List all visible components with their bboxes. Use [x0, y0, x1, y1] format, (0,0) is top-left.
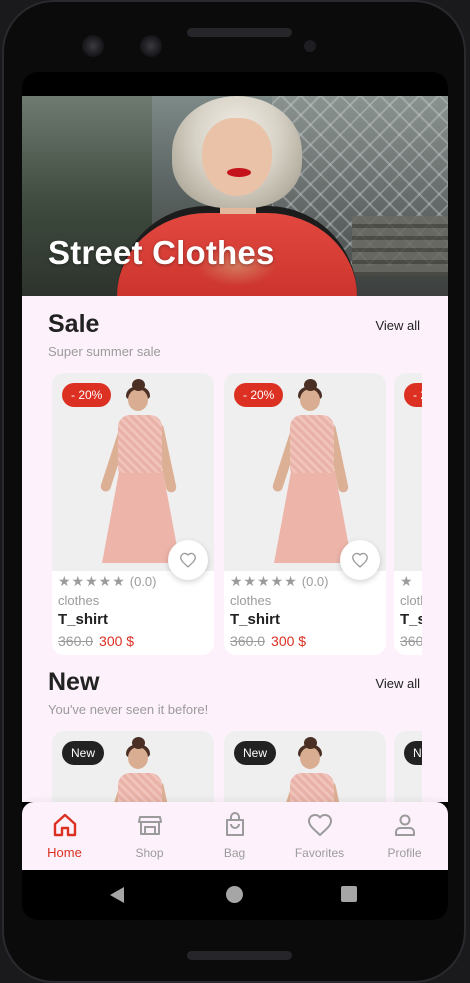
old-price: 360.0: [230, 633, 266, 649]
new-badge: New: [62, 741, 105, 765]
back-icon[interactable]: [110, 887, 124, 903]
product-rating: ★: [400, 573, 414, 590]
product-prices: 360.0 300 $: [58, 633, 134, 649]
new-section-title: New: [48, 668, 100, 696]
sale-section-header: Sale View all Super summer sale: [48, 310, 420, 362]
sale-view-all-link[interactable]: View all: [375, 318, 420, 333]
nav-label-favorites: Favorites: [294, 846, 345, 860]
product-card[interactable]: - 20% ★★★★★ (0.0) clothes T_shirt 360.0 30…: [224, 373, 386, 655]
heart-icon: [307, 813, 333, 837]
discount-badge: - 20%: [404, 383, 422, 407]
old-price: 360.0: [58, 633, 94, 649]
product-category: clothes: [230, 593, 272, 608]
bag-icon: [226, 812, 244, 836]
hero-title: Street Clothes: [48, 234, 275, 271]
sale-section-title: Sale: [48, 310, 100, 338]
product-category: clothes: [400, 593, 422, 608]
rating-stars-icon: ★★★★★: [230, 573, 298, 589]
product-card[interactable]: New: [394, 731, 422, 802]
product-category: clothes: [58, 593, 100, 608]
proximity-sensor: [304, 40, 316, 52]
heart-outline-icon: [180, 552, 196, 568]
hero-model-lips: [227, 168, 251, 177]
person-icon: [395, 814, 415, 836]
rating-stars-icon: ★★★★★: [58, 573, 126, 589]
product-card[interactable]: - 20% ★★★★★ (0.0) clothes T_shirt 360.0 30…: [52, 373, 214, 655]
hero-banner[interactable]: Street Clothes: [22, 96, 448, 296]
product-name: T_shirt: [230, 611, 281, 628]
new-badge: New: [234, 741, 277, 765]
product-rating: ★★★★★ (0.0): [230, 573, 329, 590]
app-screen: Street Clothes Sale View all Super summe…: [22, 72, 448, 920]
nav-item-favorites[interactable]: Favorites: [277, 802, 362, 870]
sale-price: 300 $: [99, 633, 135, 649]
nav-item-bag[interactable]: Bag: [192, 802, 277, 870]
favorite-button[interactable]: [168, 540, 208, 580]
hero-background-bench: [352, 216, 448, 276]
rating-stars-icon: ★: [400, 573, 414, 589]
product-card[interactable]: New: [52, 731, 214, 802]
product-prices: 360.0 300 $: [230, 633, 306, 649]
home-icon: [53, 813, 77, 837]
sale-price: 300 $: [271, 633, 307, 649]
hero-model-face: [202, 118, 272, 196]
nav-label-profile: Profile: [387, 846, 422, 860]
nav-item-shop[interactable]: Shop: [107, 802, 192, 870]
discount-badge: - 20%: [234, 383, 284, 407]
favorite-button[interactable]: [340, 540, 380, 580]
product-prices: 360: [400, 633, 422, 649]
nav-label-home: Home: [47, 845, 82, 860]
product-card[interactable]: New: [224, 731, 386, 802]
bottom-navigation-bar: Home Shop Bag Favorites Profile: [22, 802, 448, 870]
sale-products-row[interactable]: - 20% ★★★★★ (0.0) clothes T_shirt 360.0 30…: [48, 373, 422, 655]
product-name: T_shirt: [58, 611, 109, 628]
bottom-speaker: [187, 951, 292, 960]
product-rating: ★★★★★ (0.0): [58, 573, 157, 590]
nav-label-shop: Shop: [135, 846, 164, 860]
product-card[interactable]: - 20% ★ clothes T_shirt 360: [394, 373, 422, 655]
front-camera-secondary: [140, 35, 162, 57]
status-bar: [22, 72, 448, 96]
old-price: 360: [400, 633, 422, 649]
system-navigation-bar: [22, 870, 448, 920]
system-home-icon[interactable]: [226, 886, 243, 903]
discount-badge: - 20%: [62, 383, 112, 407]
nav-label-bag: Bag: [223, 846, 246, 860]
rating-count: (0.0): [301, 574, 329, 589]
heart-outline-icon: [352, 552, 368, 568]
recent-apps-icon[interactable]: [341, 886, 357, 902]
product-name: T_shirt: [400, 611, 422, 628]
new-badge: New: [404, 741, 422, 765]
new-section-subtitle: You've never seen it before!: [48, 702, 209, 717]
nav-item-home[interactable]: Home: [22, 802, 107, 870]
front-camera: [82, 35, 104, 57]
new-products-row[interactable]: New New New: [48, 731, 422, 802]
new-view-all-link[interactable]: View all: [375, 676, 420, 691]
new-section-header: New View all You've never seen it before…: [48, 668, 420, 720]
rating-count: (0.0): [129, 574, 157, 589]
shop-icon: [138, 816, 162, 835]
home-content[interactable]: Sale View all Super summer sale - 20% ★★…: [22, 296, 448, 802]
nav-item-profile[interactable]: Profile: [362, 802, 447, 870]
earpiece-speaker: [187, 28, 292, 37]
sale-section-subtitle: Super summer sale: [48, 344, 161, 359]
